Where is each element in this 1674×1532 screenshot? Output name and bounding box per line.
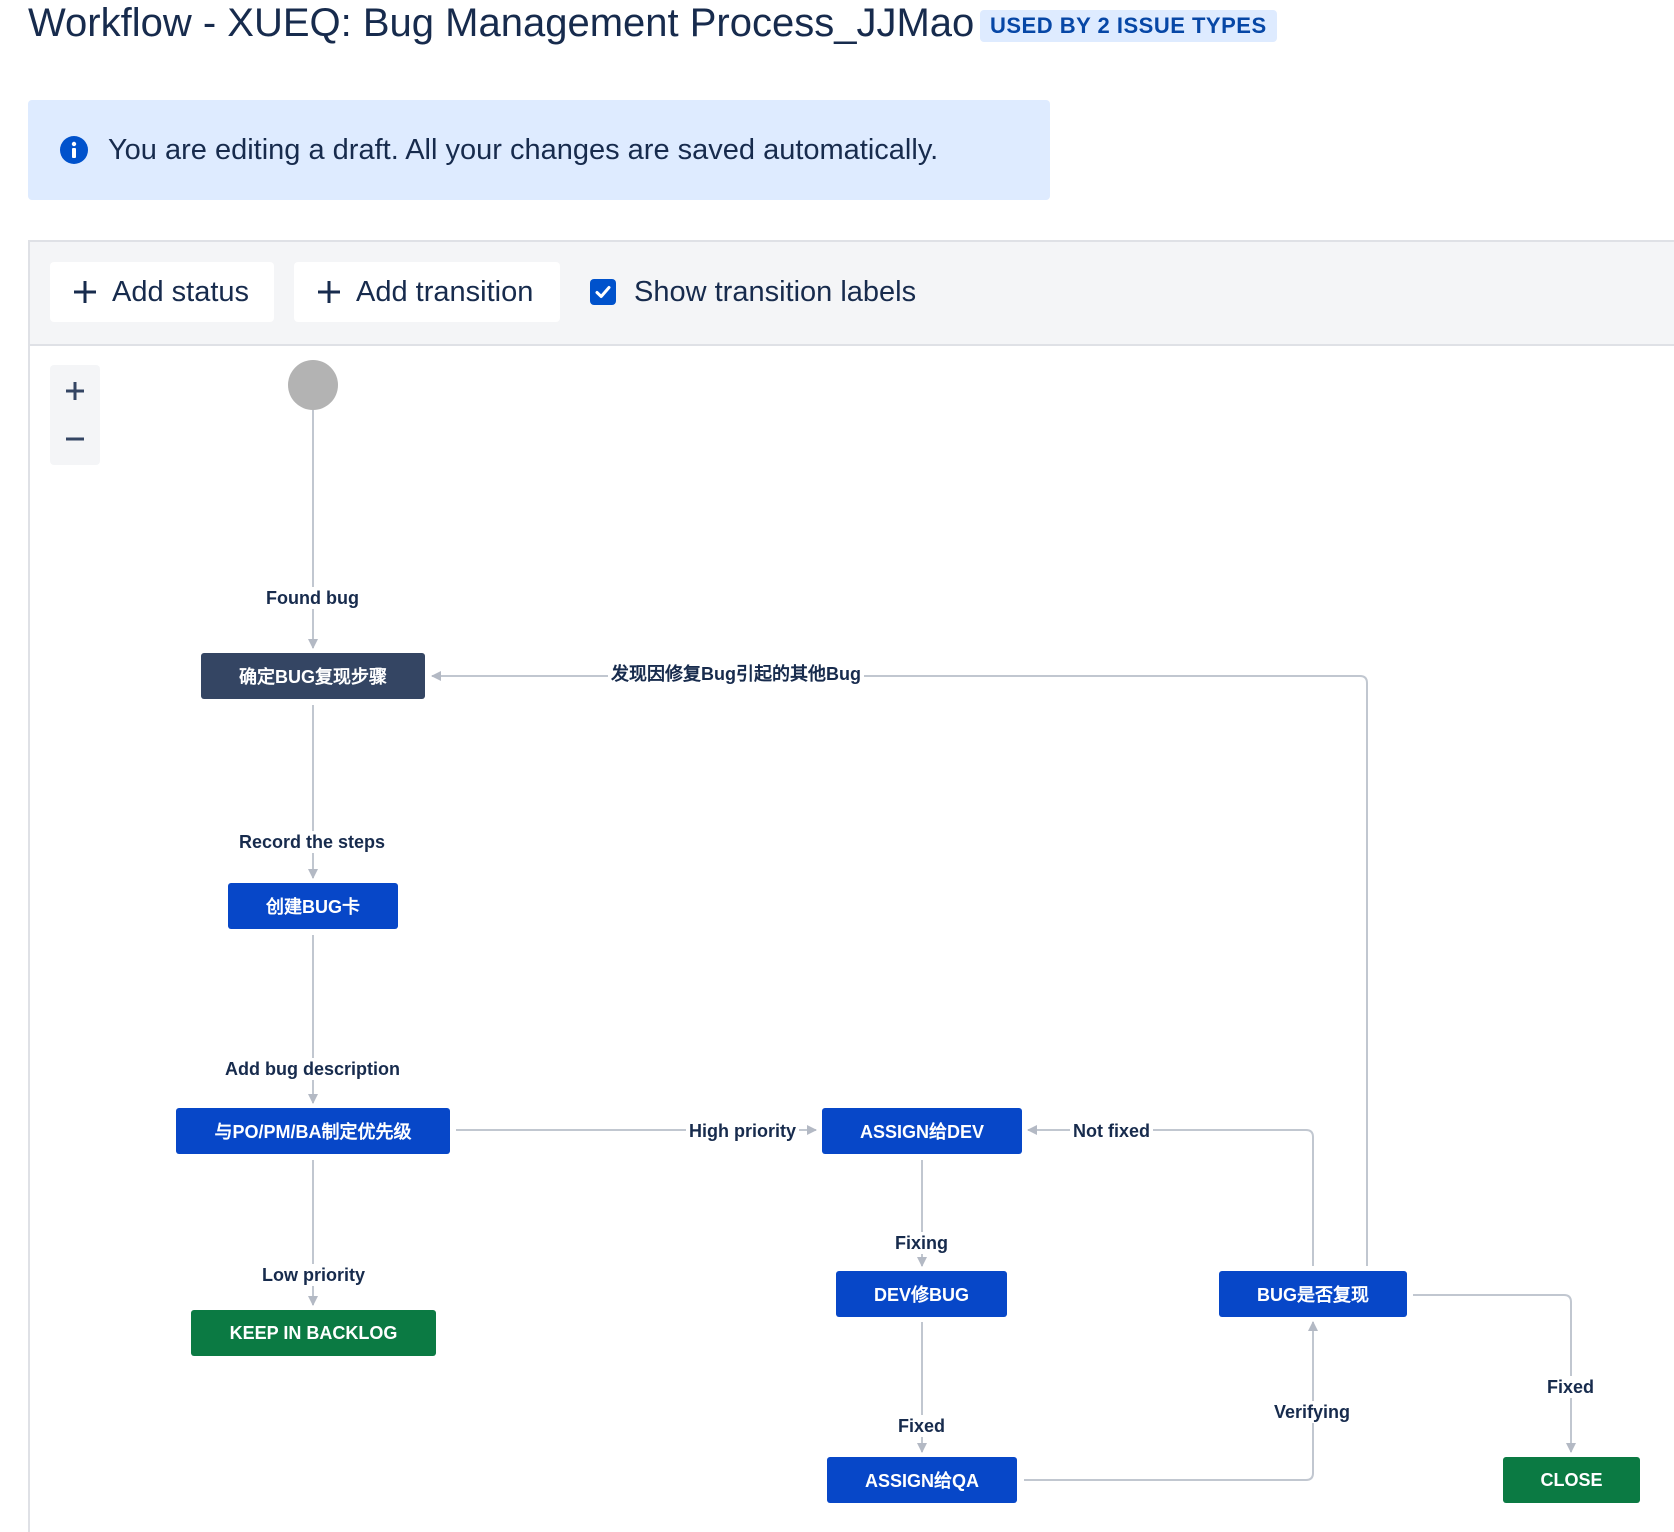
status-create-card[interactable]: 创建BUG卡 [228,883,398,929]
status-reproducible[interactable]: BUG是否复现 [1219,1271,1407,1317]
transition-label-add-description[interactable]: Add bug description [222,1058,403,1080]
transition-label-low-priority[interactable]: Low priority [259,1264,368,1286]
transition-label-record-steps[interactable]: Record the steps [236,831,389,853]
status-dev-fix[interactable]: DEV修BUG [836,1271,1007,1317]
transition-line-fixed-close[interactable] [1413,1294,1576,1453]
transition-label-fixing[interactable]: Fixing [892,1232,951,1254]
status-keep-backlog[interactable]: KEEP IN BACKLOG [191,1310,436,1356]
transition-line-other-bug[interactable] [431,671,1368,1266]
start-node[interactable] [288,360,338,410]
transition-label-high-priority[interactable]: High priority [686,1120,799,1142]
transition-line-verifying[interactable] [1024,1321,1318,1481]
transition-label-fixed-close[interactable]: Fixed [1544,1376,1598,1398]
transition-label-not-fixed[interactable]: Not fixed [1070,1120,1154,1142]
transition-label-other-bug[interactable]: 发现因修复Bug引起的其他Bug [608,663,864,685]
status-close[interactable]: CLOSE [1503,1457,1640,1503]
status-set-priority[interactable]: 与PO/PM/BA制定优先级 [176,1108,450,1154]
status-assign-qa[interactable]: ASSIGN给QA [827,1457,1017,1503]
transition-line-not-fixed[interactable] [1027,1125,1314,1266]
status-confirm-steps[interactable]: 确定BUG复现步骤 [201,653,425,699]
transition-label-found-bug[interactable]: Found bug [263,587,362,609]
status-assign-dev[interactable]: ASSIGN给DEV [822,1108,1022,1154]
transition-label-fixed-dev[interactable]: Fixed [895,1415,949,1437]
transition-label-verifying[interactable]: Verifying [1271,1401,1354,1423]
